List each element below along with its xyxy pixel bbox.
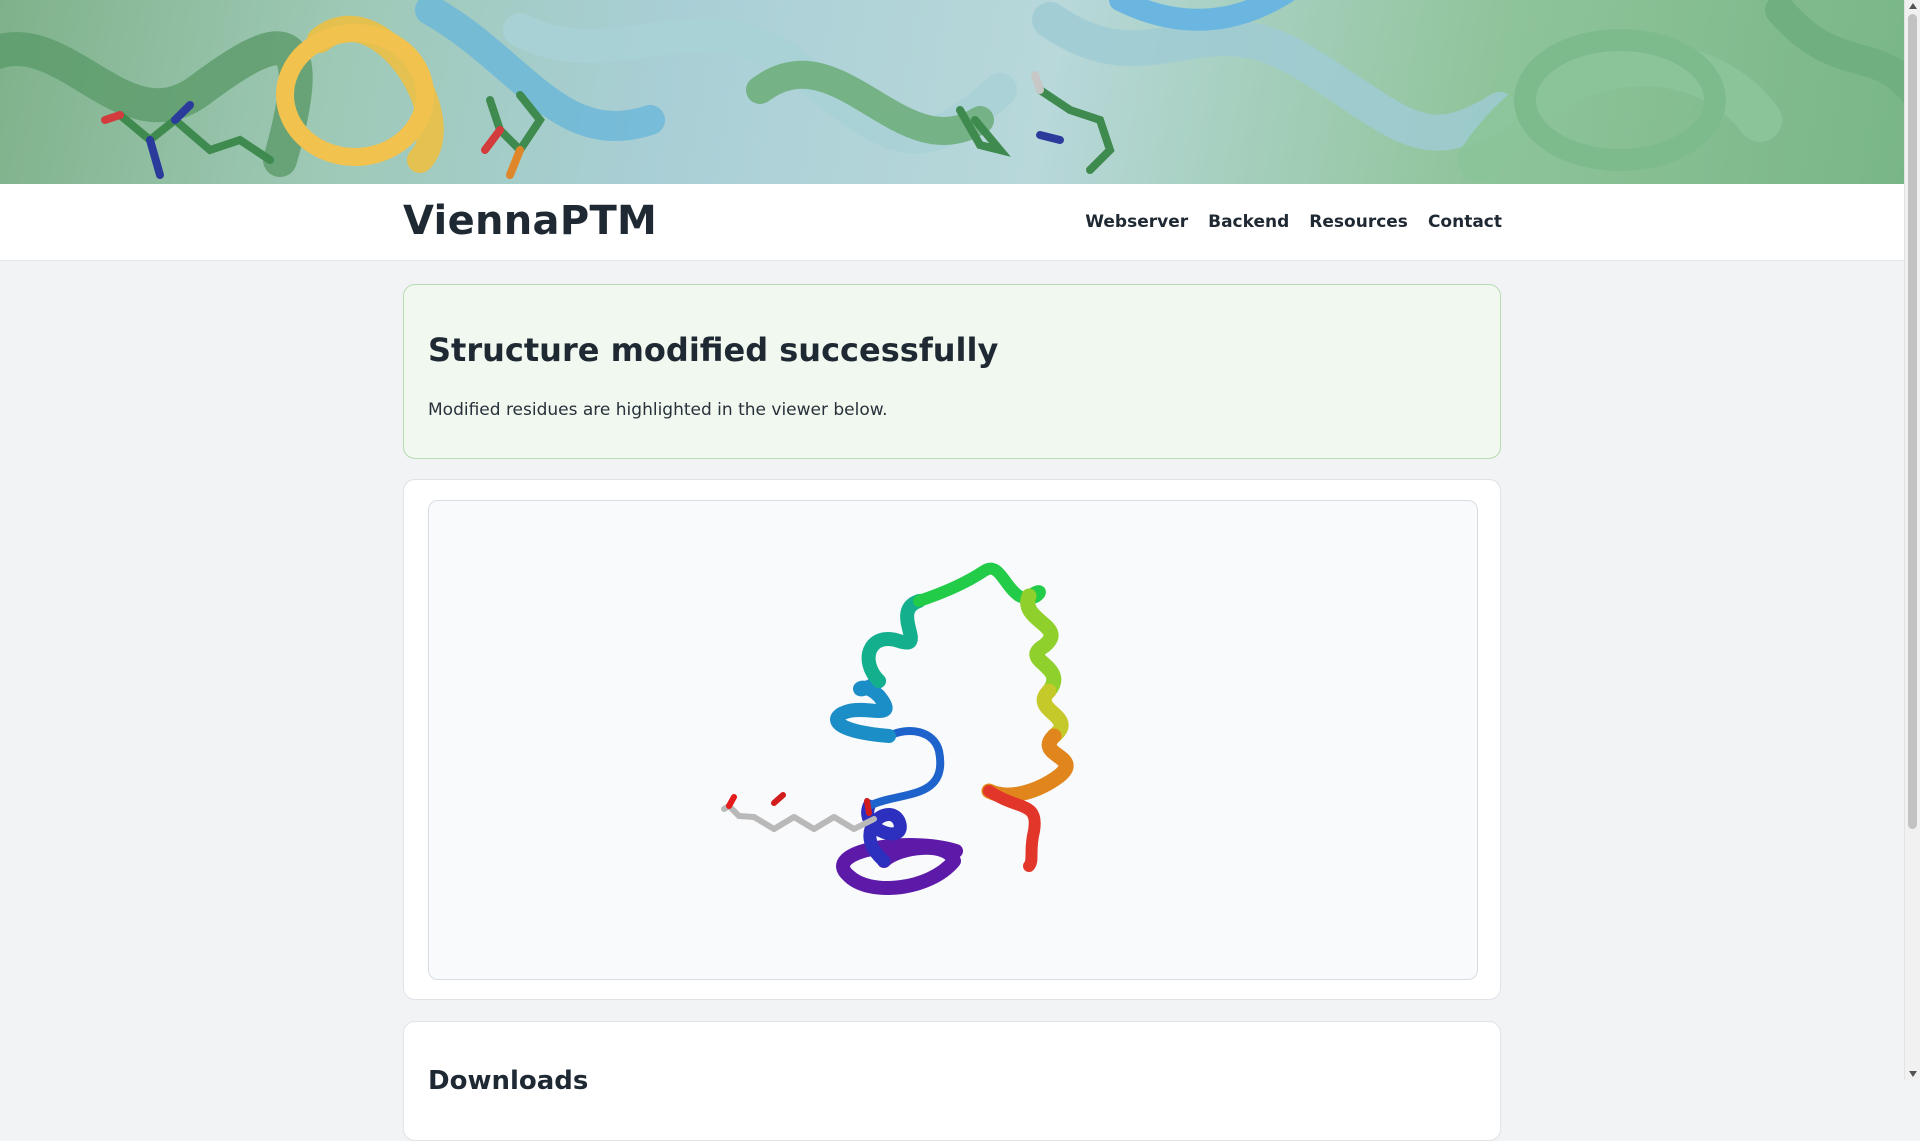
scroll-up-arrow-icon[interactable] bbox=[1909, 3, 1917, 9]
scrollbar-thumb[interactable] bbox=[1908, 14, 1917, 829]
success-message: Modified residues are highlighted in the… bbox=[428, 400, 888, 420]
structure-viewer-card bbox=[403, 479, 1501, 1000]
protein-ribbon-structure bbox=[721, 562, 1074, 895]
top-navbar: ViennaPTM Webserver Backend Resources Co… bbox=[0, 184, 1904, 261]
page-scrollbar[interactable] bbox=[1904, 0, 1920, 1080]
molecule-viewer-canvas[interactable] bbox=[428, 500, 1478, 980]
downloads-title: Downloads bbox=[428, 1066, 589, 1096]
nav-link-backend[interactable]: Backend bbox=[1208, 212, 1289, 232]
downloads-card: Downloads bbox=[403, 1021, 1501, 1141]
scroll-down-arrow-icon[interactable] bbox=[1909, 1071, 1917, 1077]
success-alert: Structure modified successfully Modified… bbox=[403, 284, 1501, 459]
header-banner-image bbox=[0, 0, 1904, 184]
nav-link-webserver[interactable]: Webserver bbox=[1085, 212, 1188, 232]
nav-link-contact[interactable]: Contact bbox=[1428, 212, 1502, 232]
main-nav: Webserver Backend Resources Contact bbox=[1085, 212, 1502, 232]
site-brand-logo[interactable]: ViennaPTM bbox=[403, 198, 657, 244]
success-title: Structure modified successfully bbox=[428, 331, 999, 369]
nav-link-resources[interactable]: Resources bbox=[1309, 212, 1408, 232]
